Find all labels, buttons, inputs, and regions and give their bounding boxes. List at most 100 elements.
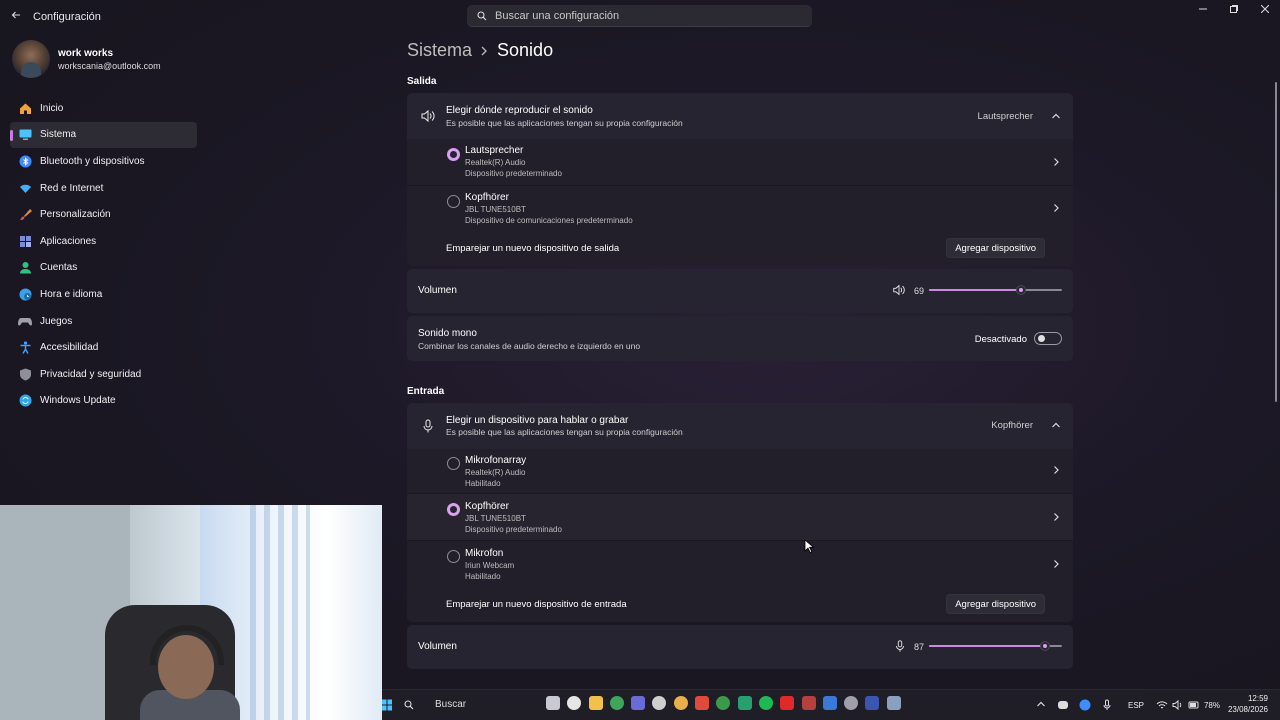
output-device-chooser[interactable]: Elegir dónde reproducir el sonido Es pos… (407, 93, 1073, 139)
sidebar-item-cuentas[interactable]: Cuentas (10, 255, 197, 282)
input-device-kopfhorer[interactable]: Kopfhörer JBL TUNE510BT Dispositivo pred… (407, 494, 1073, 540)
battery-percent: 78% (1203, 701, 1220, 710)
wifi-icon[interactable] (1156, 699, 1168, 711)
app-icon[interactable] (822, 696, 837, 710)
clock-time[interactable]: 12:59 (1248, 694, 1268, 703)
radio-button-selected[interactable] (447, 148, 460, 161)
sidebar-item-accesibilidad[interactable]: Accesibilidad (10, 334, 197, 361)
bluetooth-icon[interactable] (1079, 699, 1091, 711)
search-icon (477, 11, 487, 21)
mono-audio-toggle[interactable] (1034, 332, 1062, 345)
device-status: Habilitado (465, 479, 501, 488)
output-volume-value: 69 (914, 286, 925, 296)
clock-date[interactable]: 23/08/2026 (1228, 705, 1268, 714)
app-icon[interactable] (737, 696, 752, 710)
windows-start-icon[interactable] (382, 699, 392, 711)
discord-icon[interactable] (1057, 699, 1069, 711)
output-volume-slider[interactable] (929, 285, 1062, 295)
breadcrumb-parent[interactable]: Sistema (407, 40, 472, 61)
battery-icon[interactable] (1188, 699, 1200, 711)
accessibility-icon (17, 340, 33, 356)
monitor-icon (17, 127, 33, 143)
output-device-kopfhorer[interactable]: Kopfhörer JBL TUNE510BT Dispositivo de c… (407, 186, 1073, 232)
add-input-device-button[interactable]: Agregar dispositivo (946, 594, 1045, 614)
app-icon[interactable] (631, 696, 646, 710)
sidebar-item-label: Juegos (40, 315, 73, 327)
sidebar-item-bluetooth[interactable]: Bluetooth y dispositivos (10, 148, 197, 175)
microphone-icon[interactable] (893, 639, 907, 653)
sidebar-item-label: Inicio (40, 102, 64, 114)
slider-thumb[interactable] (1039, 641, 1050, 651)
close-button[interactable] (1249, 0, 1280, 22)
maximize-button[interactable] (1218, 0, 1249, 22)
input-device-mikrofonarray[interactable]: Mikrofonarray Realtek(R) Audio Habilitad… (407, 449, 1073, 493)
arrow-left-icon (11, 11, 20, 19)
sidebar-item-juegos[interactable]: Juegos (10, 308, 197, 335)
chrome-icon[interactable] (609, 696, 624, 710)
app-icon[interactable] (865, 696, 880, 710)
radio-button[interactable] (447, 195, 460, 208)
chevron-right-icon (1054, 560, 1059, 568)
chrome-icon[interactable] (716, 696, 731, 710)
taskbar-search-label: Buscar (435, 699, 467, 710)
page-title: Sonido (497, 40, 554, 60)
sidebar-item-personalizacion[interactable]: Personalización (10, 201, 197, 228)
settings-search-box[interactable] (467, 5, 812, 27)
output-section-label: Salida (407, 76, 437, 87)
sidebar-item-sistema[interactable]: Sistema (10, 121, 197, 149)
sidebar-item-label: Windows Update (40, 395, 116, 407)
output-device-lautsprecher[interactable]: Lautsprecher Realtek(R) Audio Dispositiv… (407, 139, 1073, 185)
microphone-icon[interactable] (1101, 699, 1113, 711)
profile-name: work works (58, 48, 114, 59)
input-device-mikrofon[interactable]: Mikrofon Iriun Webcam Habilitado (407, 541, 1073, 587)
output-volume-label: Volumen (418, 285, 457, 296)
add-output-device-button[interactable]: Agregar dispositivo (946, 238, 1045, 258)
back-button[interactable] (8, 8, 24, 24)
help-icon[interactable] (567, 696, 582, 710)
taskbar-search[interactable]: Buscar (396, 694, 536, 716)
settings-app-icon[interactable] (886, 696, 901, 710)
slider-thumb[interactable] (1015, 285, 1026, 295)
search-icon (404, 700, 414, 710)
youtube-icon[interactable] (780, 696, 795, 710)
app-icon[interactable] (844, 696, 859, 710)
chevron-up-icon[interactable] (1035, 699, 1047, 711)
spotify-icon[interactable] (758, 696, 773, 710)
device-driver: Realtek(R) Audio (465, 468, 526, 477)
file-explorer-icon[interactable] (588, 696, 603, 710)
sidebar-item-privacidad[interactable]: Privacidad y seguridad (10, 361, 197, 388)
volume-icon[interactable] (1172, 699, 1184, 711)
sidebar-item-red[interactable]: Red e Internet (10, 175, 197, 202)
chevron-right-icon (1054, 204, 1059, 212)
sidebar-item-windows-update[interactable]: Windows Update (10, 388, 197, 415)
sidebar-item-inicio[interactable]: Inicio (10, 95, 197, 122)
scrollbar[interactable] (1275, 82, 1277, 402)
radio-button[interactable] (447, 457, 460, 470)
input-volume-slider[interactable] (929, 641, 1062, 651)
sidebar-item-label: Bluetooth y dispositivos (40, 155, 145, 167)
task-view-icon[interactable] (546, 696, 560, 710)
mono-audio-row: Sonido mono Combinar los canales de audi… (407, 316, 1073, 361)
sidebar-item-label: Red e Internet (40, 182, 104, 194)
radio-button[interactable] (447, 550, 460, 563)
settings-search-input[interactable] (495, 8, 795, 24)
minimize-button[interactable] (1187, 0, 1218, 22)
wifi-icon (17, 180, 33, 196)
app-icon[interactable] (652, 696, 667, 710)
input-volume-label: Volumen (418, 641, 457, 652)
sidebar-item-aplicaciones[interactable]: Aplicaciones (10, 228, 197, 255)
chevron-right-icon (481, 43, 488, 59)
app-icon[interactable] (673, 696, 688, 710)
speaker-icon[interactable] (892, 283, 906, 297)
radio-button-selected[interactable] (447, 503, 460, 516)
sidebar-item-hora-idioma[interactable]: Hora e idioma (10, 281, 197, 308)
sidebar-item-label: Accesibilidad (40, 342, 99, 354)
app-icon[interactable] (801, 696, 816, 710)
input-device-chooser[interactable]: Elegir un dispositivo para hablar o grab… (407, 403, 1073, 449)
input-chooser-title: Elegir un dispositivo para hablar o grab… (446, 415, 629, 426)
language-indicator[interactable]: ESP (1128, 701, 1144, 710)
pair-input-label: Emparejar un nuevo dispositivo de entrad… (446, 599, 627, 610)
input-volume-row: Volumen 87 (407, 625, 1073, 669)
device-name: Kopfhörer (465, 501, 509, 512)
app-icon[interactable] (695, 696, 710, 710)
